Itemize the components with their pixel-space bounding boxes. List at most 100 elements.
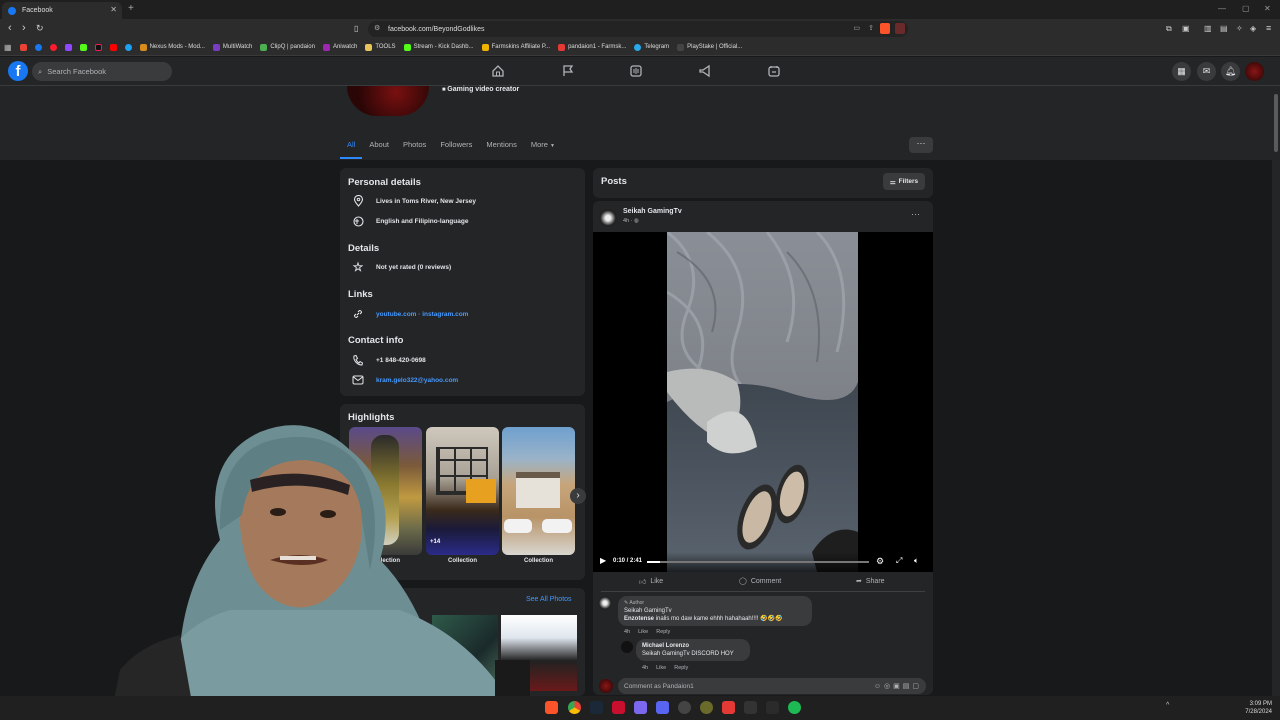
- watch-video-icon[interactable]: [629, 64, 643, 78]
- account-avatar[interactable]: [1245, 62, 1264, 81]
- app-icon[interactable]: [700, 701, 713, 714]
- tab-more[interactable]: More ▼: [524, 139, 562, 159]
- tray-chevron-icon[interactable]: ^: [1166, 702, 1169, 709]
- vpn-icon[interactable]: ◈: [1250, 24, 1256, 33]
- bookmark-item[interactable]: Farmskins Affiliate P...: [481, 43, 550, 51]
- chevron-right-icon[interactable]: ›: [570, 488, 586, 504]
- share-icon[interactable]: ⇪: [868, 24, 874, 32]
- bookmark-item[interactable]: Aniwatch: [322, 43, 357, 51]
- bookmark-tiktok-icon[interactable]: [94, 43, 102, 51]
- chrome-icon[interactable]: [568, 701, 581, 714]
- see-all-photos-link[interactable]: See All Photos: [526, 596, 572, 603]
- video-seek-bar[interactable]: [647, 561, 869, 563]
- browser-tab[interactable]: Facebook ✕: [2, 2, 122, 19]
- comment-author[interactable]: Michael Lorenzo: [642, 642, 744, 650]
- post-author-name[interactable]: Seikah GamingTv: [623, 208, 682, 215]
- bookmark-item[interactable]: Stream - Kick Dashb...: [403, 43, 474, 51]
- pages-flag-icon[interactable]: [561, 64, 575, 78]
- leo-icon[interactable]: ✧: [1236, 24, 1243, 33]
- wallet-icon[interactable]: ▣: [1182, 24, 1190, 33]
- wallet2-icon[interactable]: ▤: [1220, 24, 1228, 33]
- comment-input[interactable]: Comment as Pandaion1 ☺◎▣▤▢: [618, 678, 926, 694]
- filters-button[interactable]: ⚌ Filters: [883, 173, 925, 190]
- play-icon[interactable]: ▶: [600, 556, 606, 565]
- menu-icon[interactable]: ≡: [1266, 23, 1271, 33]
- page-scrollbar[interactable]: [1272, 86, 1280, 696]
- sidebar-icon[interactable]: ▥: [1204, 24, 1212, 33]
- comment-button[interactable]: ◯ Comment: [739, 577, 781, 586]
- bookmark-item[interactable]: PlayStake | Official...: [677, 43, 742, 51]
- bookmark-opera-icon[interactable]: [49, 43, 57, 51]
- brave-icon[interactable]: [545, 701, 558, 714]
- obs-icon[interactable]: [678, 701, 691, 714]
- apps-grid-icon[interactable]: ▦: [4, 43, 12, 52]
- settings-gear-icon[interactable]: ⚙: [876, 556, 884, 567]
- tab-all[interactable]: All: [340, 139, 363, 159]
- profile-more-button[interactable]: ···: [909, 137, 933, 153]
- notifications-bell-icon[interactable]: 🔔︎: [1221, 62, 1240, 81]
- comment-reply-link[interactable]: Reply: [656, 629, 670, 635]
- discord-icon[interactable]: [656, 701, 669, 714]
- email-text[interactable]: kram.gelo322@yahoo.com: [376, 377, 458, 384]
- bookmark-item[interactable]: ClipQ | pandaion: [260, 43, 315, 51]
- bookmark-icon[interactable]: ▯: [354, 24, 358, 33]
- new-tab-button[interactable]: +: [128, 3, 134, 14]
- fullscreen-icon[interactable]: ⤢: [896, 556, 902, 566]
- url-bar[interactable]: ⚙ facebook.com/BeyondGodlikes ▭ ⇪: [368, 21, 908, 37]
- extensions-icon[interactable]: ⧉: [1166, 24, 1172, 34]
- bookmark-folder[interactable]: TOOLS: [365, 43, 396, 51]
- tab-photos[interactable]: Photos: [396, 139, 433, 159]
- bookmark-item[interactable]: Nexus Mods - Mod...: [139, 43, 205, 51]
- bookmark-item[interactable]: MultiWatch: [212, 43, 252, 51]
- messenger-icon[interactable]: ✉: [1197, 62, 1216, 81]
- taskbar-clock[interactable]: 3:09 PM 7/28/2024: [1245, 700, 1272, 716]
- share-button[interactable]: ➦ Share: [856, 577, 885, 586]
- bookmark-kick-icon[interactable]: [79, 43, 87, 51]
- events-calendar-icon[interactable]: [767, 64, 781, 78]
- spotify-icon[interactable]: [788, 701, 801, 714]
- comment-author[interactable]: Seikah GamingTv: [624, 607, 806, 615]
- bookmark-item[interactable]: pandaion1 - Farmsk...: [558, 43, 626, 51]
- bookmark-item[interactable]: Telegram: [634, 43, 669, 51]
- like-button[interactable]: 👍︎ Like: [639, 577, 663, 586]
- facebook-logo-icon[interactable]: f: [8, 61, 28, 81]
- app-icon[interactable]: [722, 701, 735, 714]
- app-icon[interactable]: [744, 701, 757, 714]
- comment-tools-icon[interactable]: ☺◎▣▤▢: [874, 682, 922, 690]
- forward-icon[interactable]: ›: [22, 22, 26, 34]
- bookmark-twitch-icon[interactable]: [64, 43, 72, 51]
- bookmark-facebook-icon[interactable]: [34, 43, 42, 51]
- search-input[interactable]: ⌕ Search Facebook: [32, 62, 172, 81]
- bookmark-youtube-icon[interactable]: [109, 43, 117, 51]
- volume-icon[interactable]: 🔈︎: [914, 556, 919, 566]
- tab-followers[interactable]: Followers: [433, 139, 479, 159]
- back-icon[interactable]: ‹: [8, 22, 12, 34]
- app-icon[interactable]: [612, 701, 625, 714]
- tab-about[interactable]: About: [362, 139, 396, 159]
- bookmark-site-icon[interactable]: [124, 43, 132, 51]
- links-text[interactable]: youtube.com · instagram.com: [376, 311, 468, 318]
- app-icon[interactable]: [634, 701, 647, 714]
- home-icon[interactable]: [491, 64, 505, 78]
- site-info-icon[interactable]: ⚙: [374, 24, 380, 32]
- reload-icon[interactable]: ↻: [36, 23, 44, 34]
- install-app-icon[interactable]: ▭: [853, 24, 860, 32]
- comment-like-link[interactable]: Like: [638, 629, 648, 635]
- comment-reply-link[interactable]: Reply: [674, 665, 688, 671]
- comment-like-link[interactable]: Like: [656, 665, 666, 671]
- post-options-icon[interactable]: ···: [911, 209, 920, 219]
- ads-megaphone-icon[interactable]: [698, 64, 712, 78]
- steam-icon[interactable]: [590, 701, 603, 714]
- app-icon[interactable]: [766, 701, 779, 714]
- maximize-icon[interactable]: ▢: [1242, 4, 1250, 13]
- comment-avatar[interactable]: [598, 596, 612, 610]
- comment-avatar[interactable]: [621, 641, 633, 653]
- close-tab-icon[interactable]: ✕: [110, 5, 117, 14]
- brave-shields-icon[interactable]: [880, 23, 890, 34]
- post-author-avatar[interactable]: [599, 209, 617, 227]
- bookmark-gmail-icon[interactable]: [19, 43, 27, 51]
- scrollbar-thumb[interactable]: [1274, 94, 1278, 152]
- close-window-icon[interactable]: ✕: [1264, 4, 1271, 13]
- brave-rewards-icon[interactable]: [895, 23, 905, 34]
- minimize-icon[interactable]: —: [1218, 4, 1226, 13]
